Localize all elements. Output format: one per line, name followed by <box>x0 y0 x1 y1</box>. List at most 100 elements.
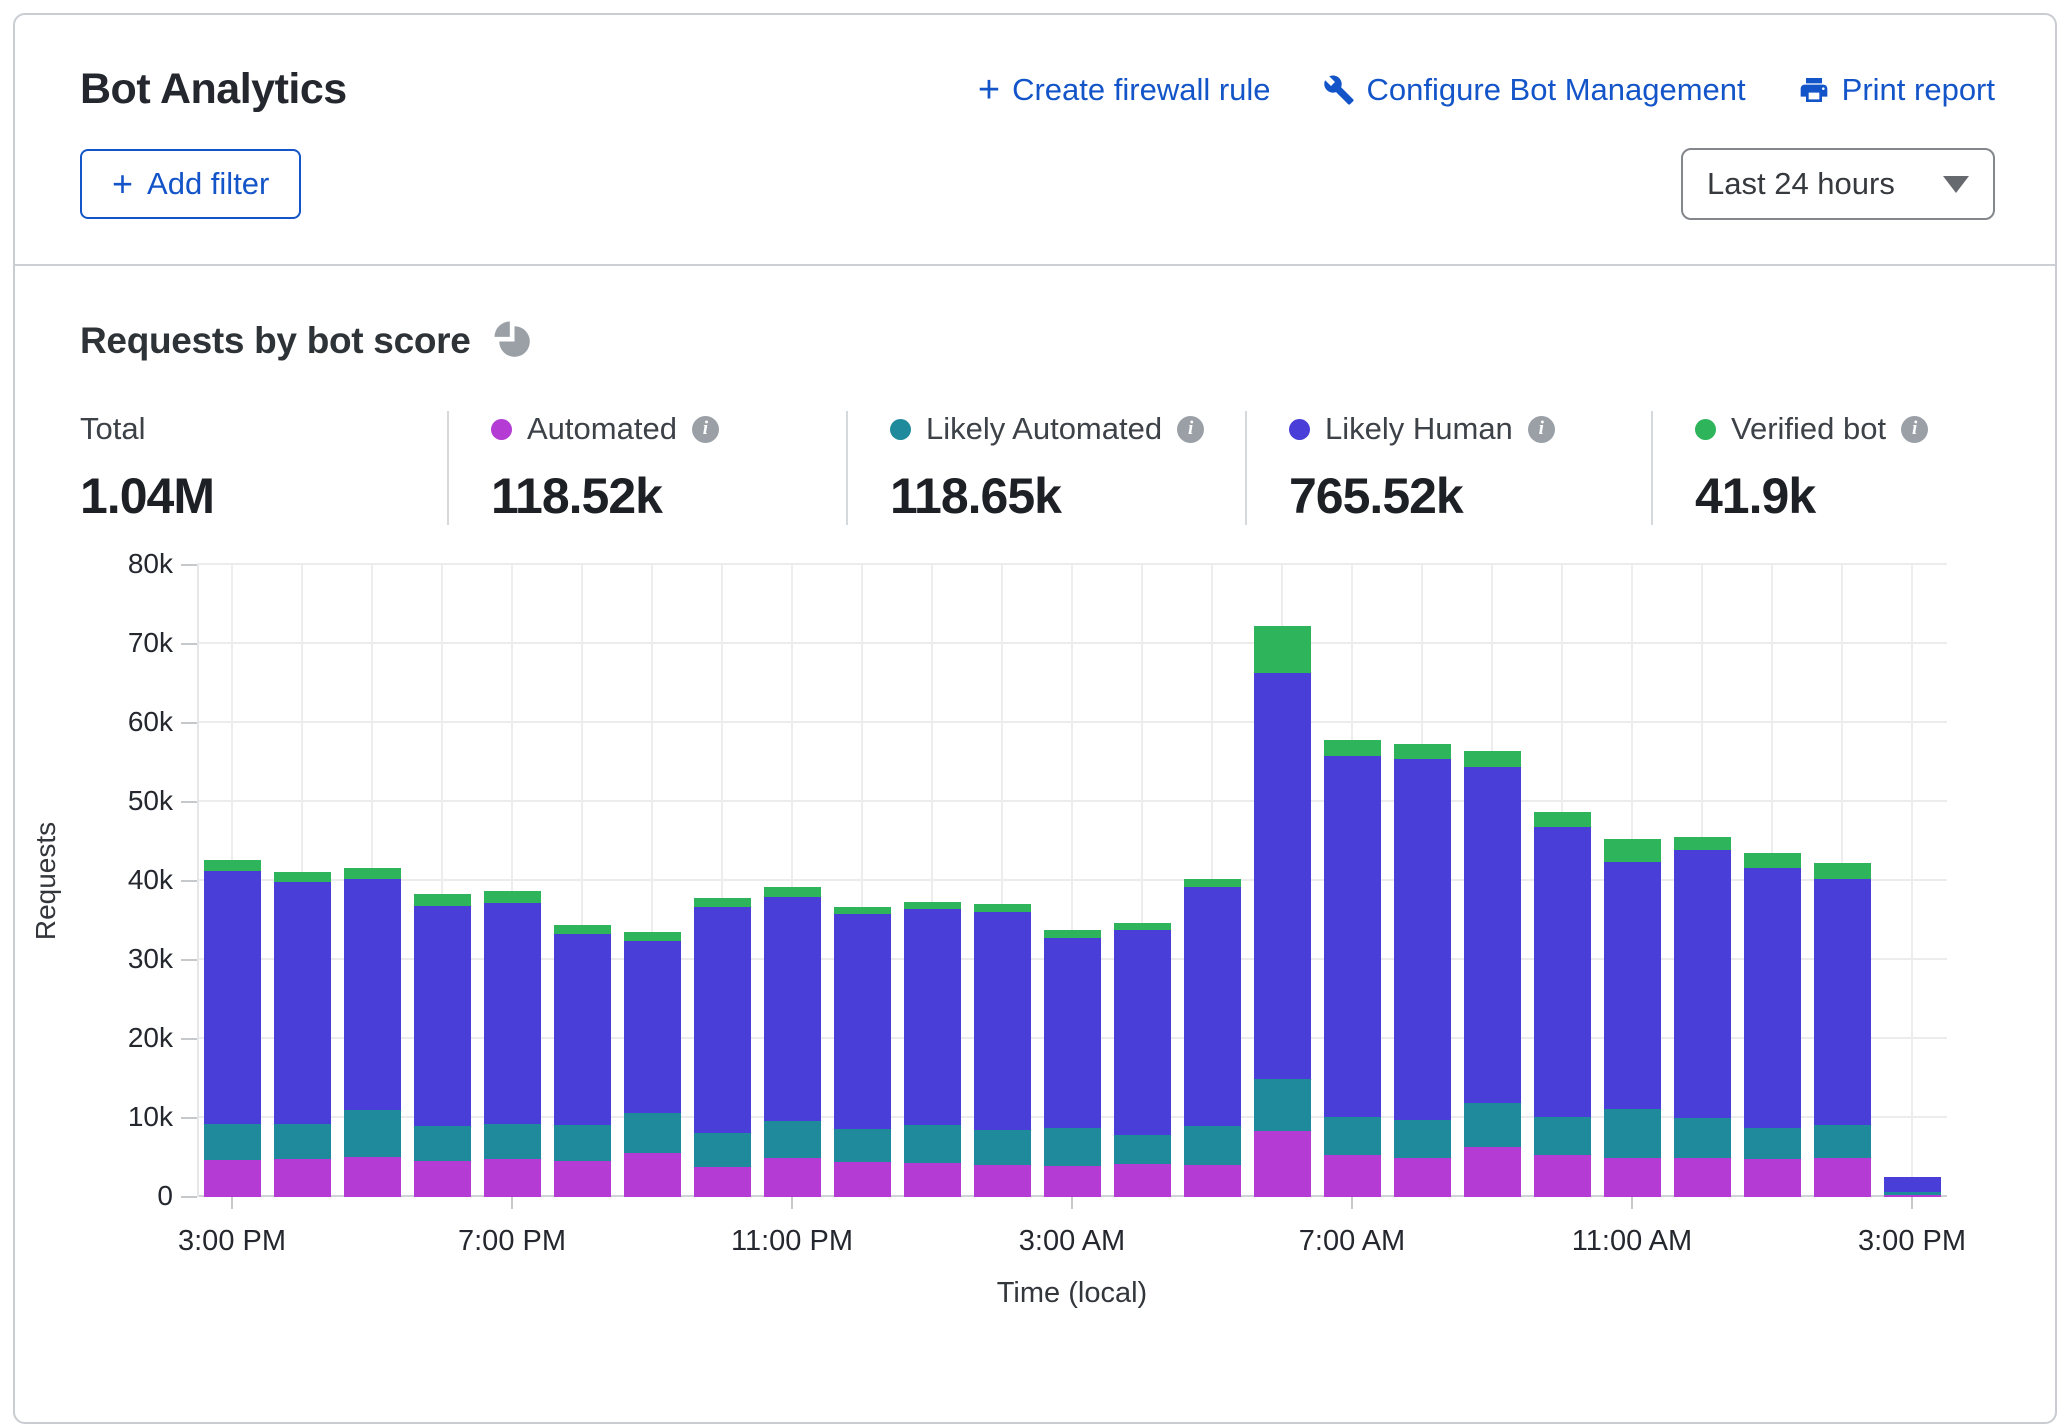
bar-segment-likely-automated <box>274 1124 331 1160</box>
stacked-bar[interactable] <box>1604 839 1661 1197</box>
bar-segment-likely-automated <box>414 1126 471 1162</box>
stat-label: Total <box>80 411 145 447</box>
bar-segment-verified-bot <box>1464 751 1521 768</box>
stacked-bar[interactable] <box>694 898 751 1197</box>
stacked-bar[interactable] <box>1744 853 1801 1197</box>
y-tick-label: 40k <box>69 864 173 896</box>
stacked-bar[interactable] <box>834 907 891 1197</box>
info-icon[interactable]: i <box>1177 416 1204 443</box>
pie-chart-icon <box>491 318 531 363</box>
bar-segment-verified-bot <box>624 932 681 941</box>
stacked-bar[interactable] <box>624 932 681 1197</box>
stacked-bar[interactable] <box>1324 740 1381 1197</box>
bar-segment-verified-bot <box>1184 879 1241 887</box>
bar-segment-likely-human <box>274 882 331 1124</box>
y-tick-label: 80k <box>69 548 173 580</box>
bar-segment-likely-automated <box>1324 1117 1381 1155</box>
bar-segment-verified-bot <box>834 907 891 914</box>
chevron-down-icon <box>1943 176 1969 193</box>
bar-segment-verified-bot <box>1324 740 1381 757</box>
stat-label: Likely Human <box>1325 411 1513 447</box>
bar-segment-likely-human <box>1674 850 1731 1118</box>
y-tick-mark <box>181 1196 197 1198</box>
bar-segment-automated <box>554 1161 611 1197</box>
bar-segment-verified-bot <box>694 898 751 907</box>
bar-segment-verified-bot <box>1394 744 1451 759</box>
legend-dot <box>1695 419 1716 440</box>
bar-segment-automated <box>1534 1155 1591 1197</box>
configure-bot-management-link[interactable]: Configure Bot Management <box>1323 72 1746 108</box>
legend-dot <box>491 419 512 440</box>
x-tick-mark <box>1631 1197 1633 1209</box>
stacked-bar[interactable] <box>274 872 331 1197</box>
stat-value: 1.04M <box>80 467 447 525</box>
stacked-bar[interactable] <box>1394 744 1451 1197</box>
add-filter-button[interactable]: + Add filter <box>80 149 301 219</box>
info-icon[interactable]: i <box>692 416 719 443</box>
bar-segment-automated <box>834 1162 891 1197</box>
stacked-bar[interactable] <box>1044 930 1101 1197</box>
bar-segment-verified-bot <box>1114 923 1171 930</box>
stacked-bar[interactable] <box>1884 1177 1941 1198</box>
bar-segment-likely-automated <box>624 1113 681 1153</box>
bar-segment-verified-bot <box>1744 853 1801 867</box>
stat-label: Automated <box>527 411 677 447</box>
y-tick-mark <box>181 643 197 645</box>
stacked-bar[interactable] <box>554 925 611 1197</box>
stacked-bar[interactable] <box>1534 812 1591 1197</box>
info-icon[interactable]: i <box>1901 416 1928 443</box>
stacked-bar[interactable] <box>1184 879 1241 1197</box>
bar-segment-automated <box>1744 1159 1801 1197</box>
bar-segment-verified-bot <box>1814 863 1871 879</box>
time-range-select[interactable]: Last 24 hours <box>1681 148 1995 220</box>
y-tick-mark <box>181 880 197 882</box>
x-tick-label: 11:00 AM <box>1572 1225 1692 1258</box>
y-axis-line <box>197 565 199 1197</box>
bar-segment-likely-automated <box>1604 1109 1661 1157</box>
bar-segment-verified-bot <box>414 894 471 906</box>
bar-segment-likely-human <box>1044 938 1101 1128</box>
bar-segment-automated <box>974 1165 1031 1197</box>
bar-segment-verified-bot <box>344 868 401 880</box>
bar-segment-verified-bot <box>204 860 261 870</box>
y-tick-label: 50k <box>69 785 173 817</box>
stacked-bar[interactable] <box>1674 837 1731 1197</box>
stacked-bar[interactable] <box>764 887 821 1197</box>
print-report-link[interactable]: Print report <box>1798 72 1995 108</box>
bar-segment-likely-human <box>204 871 261 1125</box>
info-icon[interactable]: i <box>1528 416 1555 443</box>
stacked-bar[interactable] <box>1464 751 1521 1197</box>
stat-verified-bot: Verified bot i 41.9k <box>1651 411 1928 525</box>
bar-segment-verified-bot <box>764 887 821 897</box>
bar-segment-automated <box>274 1159 331 1197</box>
stacked-bar[interactable] <box>1814 863 1871 1197</box>
stacked-bar[interactable] <box>414 894 471 1197</box>
bar-segment-likely-automated <box>1464 1103 1521 1147</box>
bar-segment-likely-automated <box>1394 1120 1451 1158</box>
stacked-bar[interactable] <box>1254 626 1311 1197</box>
y-tick-mark <box>181 959 197 961</box>
x-axis-title: Time (local) <box>197 1277 1947 1310</box>
stacked-bar[interactable] <box>484 891 541 1197</box>
bar-segment-automated <box>1394 1158 1451 1198</box>
bar-segment-likely-automated <box>484 1124 541 1160</box>
bar-segment-verified-bot <box>1604 839 1661 862</box>
y-tick-mark <box>181 1117 197 1119</box>
stacked-bar[interactable] <box>1114 923 1171 1197</box>
x-tick-label: 3:00 PM <box>1858 1225 1966 1258</box>
bar-segment-automated <box>694 1167 751 1197</box>
bar-segment-likely-human <box>974 912 1031 1130</box>
bar-segment-verified-bot <box>974 904 1031 912</box>
stacked-bar[interactable] <box>344 868 401 1197</box>
page-title: Bot Analytics <box>80 65 347 114</box>
bar-segment-likely-automated <box>1674 1118 1731 1158</box>
bot-analytics-card: Bot Analytics + Create firewall rule Con… <box>13 13 2057 1424</box>
create-firewall-rule-link[interactable]: + Create firewall rule <box>978 72 1271 108</box>
stacked-bar[interactable] <box>204 860 261 1197</box>
stacked-bar[interactable] <box>974 904 1031 1197</box>
bar-segment-automated <box>204 1160 261 1197</box>
bar-segment-likely-human <box>414 906 471 1126</box>
bar-segment-likely-human <box>344 879 401 1110</box>
stacked-bar[interactable] <box>904 902 961 1197</box>
bar-segment-likely-human <box>1814 879 1871 1125</box>
